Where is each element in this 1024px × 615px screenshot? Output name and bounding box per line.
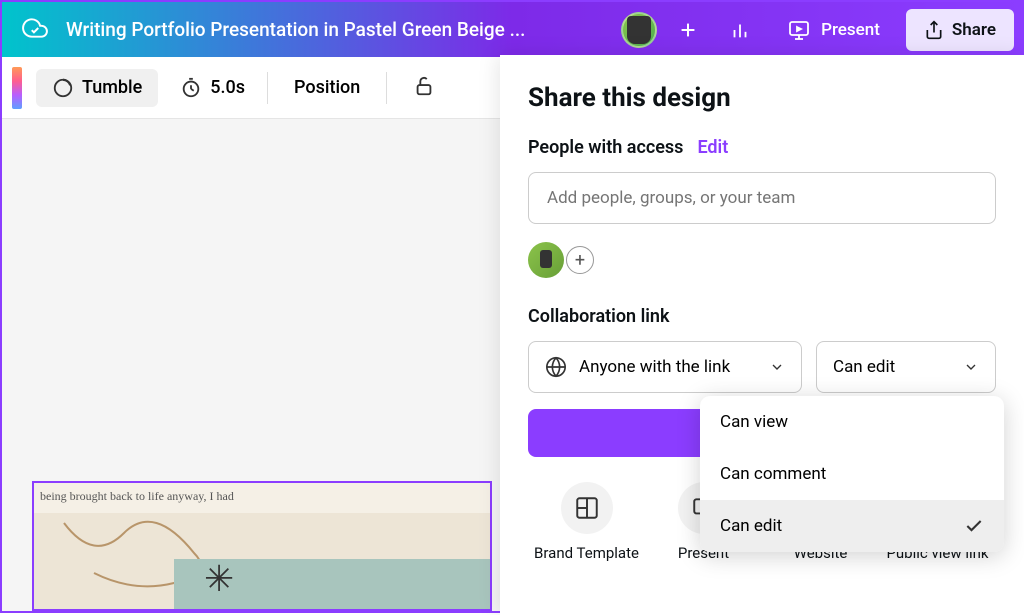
dropdown-item-label: Can view bbox=[720, 412, 788, 432]
app-header: Writing Portfolio Presentation in Pastel… bbox=[2, 2, 1022, 57]
edit-access-link[interactable]: Edit bbox=[697, 137, 728, 158]
lock-button[interactable] bbox=[401, 75, 447, 101]
avatar-row: + bbox=[528, 242, 996, 278]
access-row: People with access Edit bbox=[528, 137, 996, 158]
link-scope-value: Anyone with the link bbox=[579, 357, 730, 377]
user-avatar[interactable] bbox=[621, 12, 657, 48]
present-label: Present bbox=[821, 20, 880, 40]
canvas-preview[interactable]: being brought back to life anyway, I had… bbox=[32, 481, 492, 611]
share-panel-title: Share this design bbox=[528, 83, 996, 113]
add-member-circle[interactable]: + bbox=[566, 246, 594, 274]
tumble-icon bbox=[52, 77, 74, 99]
permission-value: Can edit bbox=[833, 357, 895, 377]
dropdown-item-can-edit[interactable]: Can edit bbox=[700, 500, 1004, 552]
share-button[interactable]: Share bbox=[906, 9, 1014, 51]
divider bbox=[386, 72, 387, 104]
collab-row: Anyone with the link Can edit bbox=[528, 341, 996, 393]
share-option-label: Brand Template bbox=[534, 544, 639, 564]
collab-link-label: Collaboration link bbox=[528, 306, 996, 327]
asterisk-doodle: ✳ bbox=[204, 558, 234, 600]
access-label: People with access bbox=[528, 137, 683, 158]
share-icon bbox=[924, 20, 944, 40]
dropdown-item-can-view[interactable]: Can view bbox=[700, 396, 1004, 448]
lock-open-icon bbox=[413, 75, 435, 97]
chevron-down-icon bbox=[769, 359, 785, 375]
divider bbox=[267, 72, 268, 104]
present-icon bbox=[787, 18, 811, 42]
globe-icon bbox=[545, 356, 567, 378]
share-option-brand-template[interactable]: Brand Template bbox=[528, 482, 645, 564]
clock-icon bbox=[180, 77, 202, 99]
analytics-button[interactable] bbox=[719, 9, 761, 51]
canvas-text-fragment: being brought back to life anyway, I had bbox=[40, 489, 234, 504]
present-button[interactable]: Present bbox=[771, 9, 896, 51]
add-member-button[interactable] bbox=[667, 9, 709, 51]
share-label: Share bbox=[952, 20, 996, 40]
permission-select[interactable]: Can edit bbox=[816, 341, 996, 393]
dropdown-item-can-comment[interactable]: Can comment bbox=[700, 448, 1004, 500]
dropdown-item-label: Can edit bbox=[720, 516, 782, 536]
timer-button[interactable]: 5.0s bbox=[172, 77, 253, 99]
member-avatar[interactable] bbox=[528, 242, 564, 278]
document-title[interactable]: Writing Portfolio Presentation in Pastel… bbox=[66, 18, 611, 41]
template-icon bbox=[561, 482, 613, 534]
permission-dropdown: Can view Can comment Can edit bbox=[700, 396, 1004, 552]
color-swatch[interactable] bbox=[12, 67, 22, 109]
people-input[interactable] bbox=[528, 172, 996, 224]
timer-value: 5.0s bbox=[210, 77, 245, 98]
copy-link-button[interactable] bbox=[528, 409, 716, 457]
dropdown-item-label: Can comment bbox=[720, 464, 826, 484]
check-icon bbox=[964, 516, 984, 536]
link-scope-select[interactable]: Anyone with the link bbox=[528, 341, 802, 393]
animation-tumble-button[interactable]: Tumble bbox=[36, 69, 158, 107]
chevron-down-icon bbox=[963, 359, 979, 375]
position-button[interactable]: Position bbox=[282, 77, 372, 98]
tumble-label: Tumble bbox=[82, 77, 142, 98]
cloud-save-icon bbox=[22, 15, 48, 45]
